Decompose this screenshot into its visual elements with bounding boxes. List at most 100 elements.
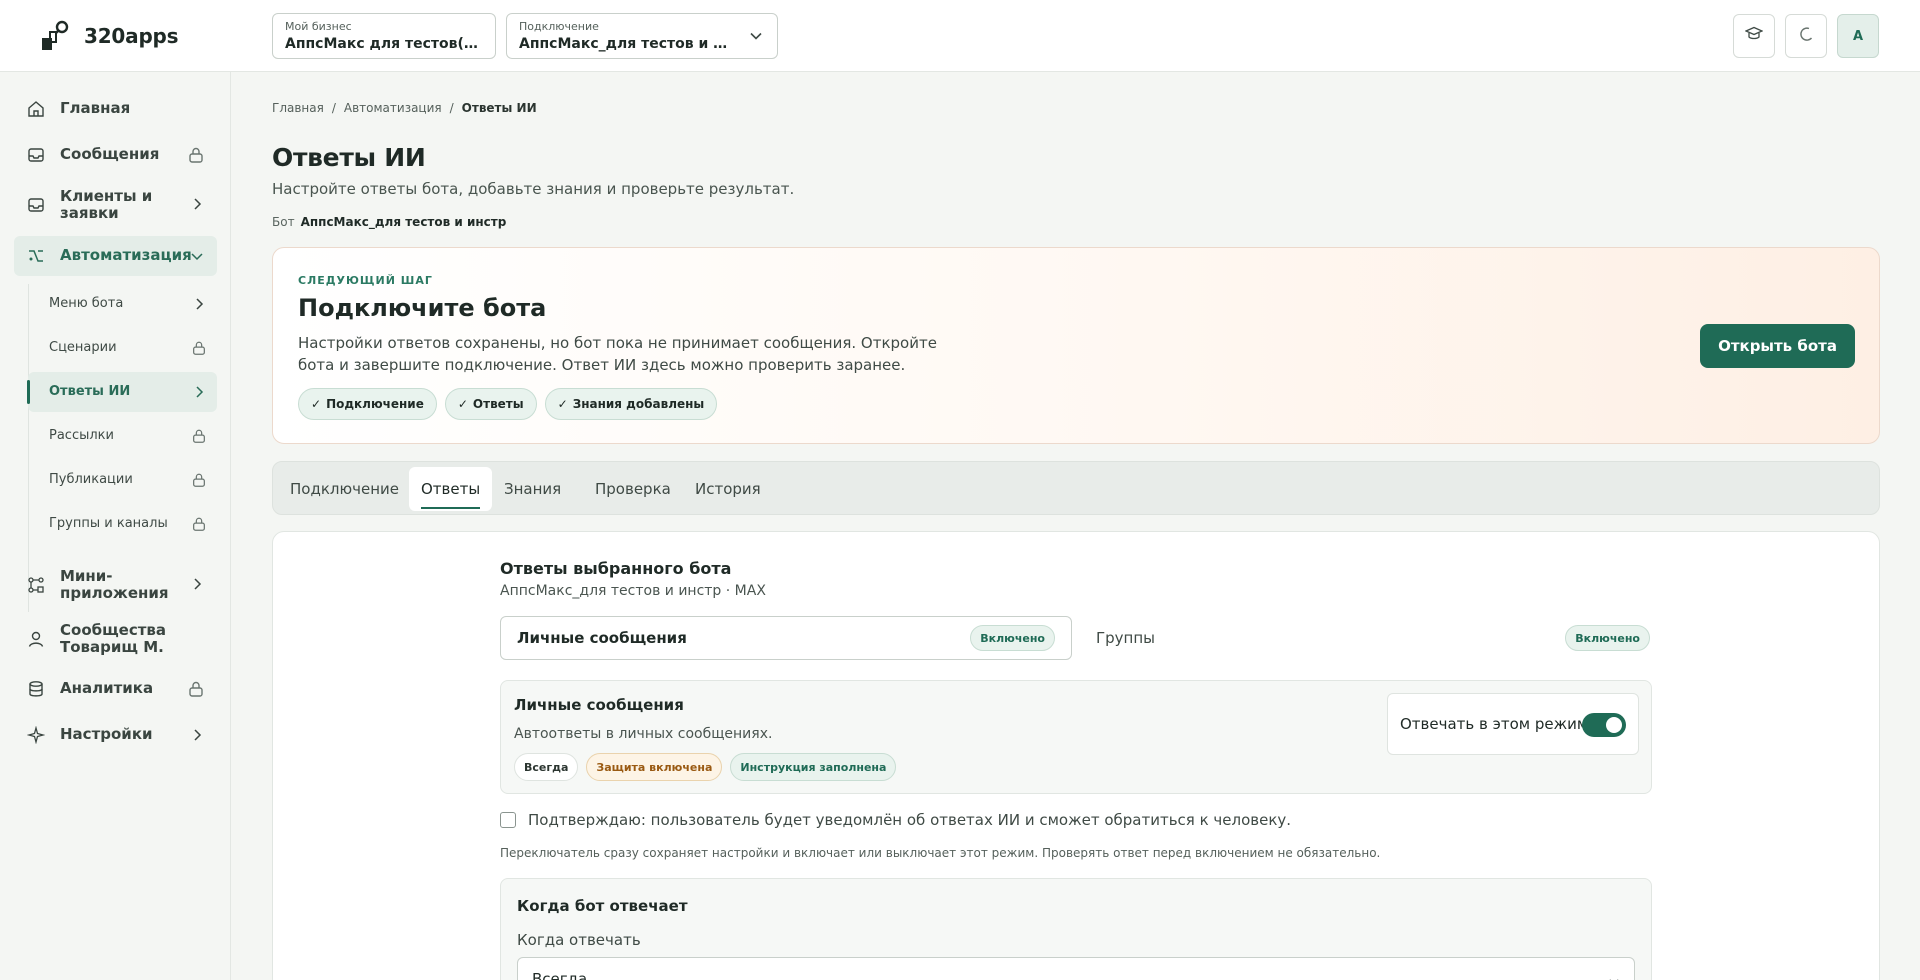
answers-title: Ответы выбранного бота xyxy=(500,559,732,578)
breadcrumb: Главная / Автоматизация / Ответы ИИ xyxy=(272,101,537,115)
chevron-right-icon xyxy=(191,384,207,404)
graduation-cap-icon xyxy=(1744,26,1764,46)
chip-label: Знания добавлены xyxy=(572,397,705,411)
apps-icon xyxy=(26,575,46,595)
top-bar: 320apps Мой бизнес АппсМакс для тестов(и… xyxy=(0,0,1920,72)
lock-icon xyxy=(191,516,207,536)
sidebar: Главная Сообщения Клиенты и заявки Автом… xyxy=(0,72,231,980)
sidebar-item-communities[interactable]: Сообщества Товарищ М. xyxy=(14,616,217,662)
business-selector[interactable]: Мой бизнес АппсМакс для тестов(инст… xyxy=(272,13,496,59)
tag-protection: Защита включена xyxy=(586,753,723,781)
switch-hint: Переключатель сразу сохраняет настройки … xyxy=(500,846,1381,860)
tabs-bar: Подключение Ответы Знания Проверка Истор… xyxy=(272,461,1880,515)
lock-icon xyxy=(187,146,205,164)
automation-icon xyxy=(26,246,46,266)
moon-icon xyxy=(1798,26,1814,46)
user-avatar[interactable]: А xyxy=(1837,14,1879,58)
lock-icon xyxy=(191,428,207,448)
sidebar-item-automation[interactable]: Автоматизация xyxy=(14,236,217,276)
reply-mode-toggle-box: Отвечать в этом режиме xyxy=(1387,693,1639,755)
when-select-value: Всегда xyxy=(532,970,588,980)
mode-name: Личные сообщения xyxy=(517,629,687,647)
mode-detail-card: Личные сообщения Автоответы в личных соо… xyxy=(500,680,1652,794)
sidebar-subitem-groups-channels[interactable]: Группы и каналы xyxy=(28,504,217,544)
sidebar-subitem-ai-answers[interactable]: Ответы ИИ xyxy=(27,372,217,412)
sidebar-item-label: Сообщения xyxy=(60,145,160,163)
consent-checkbox[interactable] xyxy=(500,812,516,828)
chevron-down-icon xyxy=(1608,974,1620,980)
app-logo[interactable]: 320apps xyxy=(40,20,179,52)
sidebar-item-label: Аналитика xyxy=(60,679,154,697)
tab-check[interactable]: Проверка xyxy=(583,467,683,511)
sidebar-subitem-label: Меню бота xyxy=(49,296,124,311)
tag-always: Всегда xyxy=(514,753,579,781)
mode-personal-messages[interactable]: Личные сообщения Включено xyxy=(500,616,1072,660)
progress-chips: ✓ Подключение ✓ Ответы ✓ Знания добавлены xyxy=(298,388,718,420)
inbox-icon xyxy=(26,145,46,165)
check-icon: ✓ xyxy=(557,397,568,411)
status-badge: Включено xyxy=(1565,625,1650,651)
business-selector-label: Мой бизнес xyxy=(285,20,352,33)
check-icon: ✓ xyxy=(311,397,322,411)
sidebar-item-label: Клиенты и заявки xyxy=(60,187,153,222)
sidebar-subitem-publications[interactable]: Публикации xyxy=(28,460,217,500)
mode-groups[interactable]: Группы Включено xyxy=(1080,616,1650,660)
sidebar-subitem-label: Публикации xyxy=(49,472,133,487)
sidebar-subitem-label: Ответы ИИ xyxy=(49,384,131,399)
sidebar-item-analytics[interactable]: Аналитика xyxy=(14,670,217,708)
sidebar-subitem-label: Группы и каналы xyxy=(49,516,168,531)
sidebar-subitem-bot-menu[interactable]: Меню бота xyxy=(28,284,217,324)
open-bot-button[interactable]: Открыть бота xyxy=(1700,324,1855,368)
sidebar-item-home[interactable]: Главная xyxy=(14,90,217,128)
mode-detail-title: Личные сообщения xyxy=(514,696,684,714)
chevron-right-icon xyxy=(189,196,205,212)
connection-selector-value: АппсМакс_для тестов и инстр xyxy=(519,36,733,52)
bot-label: Бот xyxy=(272,215,295,229)
bot-name: АппсМакс_для тестов и инстр xyxy=(300,215,507,229)
reply-mode-label: Отвечать в этом режиме xyxy=(1400,715,1598,733)
next-step-kicker: СЛЕДУЮЩИЙ ШАГ xyxy=(298,274,433,287)
tab-history[interactable]: История xyxy=(683,467,773,511)
chip-answers: ✓ Ответы xyxy=(444,388,537,420)
learning-button[interactable] xyxy=(1733,14,1775,58)
inbox-icon xyxy=(26,195,46,215)
chip-connection: ✓ Подключение xyxy=(298,388,437,420)
chevron-down-icon xyxy=(749,29,763,47)
answers-subtitle: АппсМакс_для тестов и инстр · MAX xyxy=(500,583,766,599)
sidebar-subitem-scenarios[interactable]: Сценарии xyxy=(28,328,217,368)
sidebar-item-label: Мини-приложения xyxy=(60,567,169,602)
sidebar-item-mini-apps[interactable]: Мини-приложения xyxy=(14,562,217,608)
chevron-right-icon xyxy=(189,576,205,592)
consent-row: Подтверждаю: пользователь будет уведомлё… xyxy=(500,811,1291,829)
next-step-description: Настройки ответов сохранены, но бот пока… xyxy=(298,334,937,374)
breadcrumb-home[interactable]: Главная xyxy=(272,101,324,115)
sidebar-item-label: Настройки xyxy=(60,725,153,743)
connection-selector-label: Подключение xyxy=(519,20,599,33)
sidebar-item-messages[interactable]: Сообщения xyxy=(14,136,217,174)
chip-knowledge: ✓ Знания добавлены xyxy=(544,388,718,420)
next-step-card: СЛЕДУЮЩИЙ ШАГ Подключите бота Настройки … xyxy=(272,247,1880,444)
breadcrumb-separator: / xyxy=(449,101,454,115)
lock-icon xyxy=(187,680,205,698)
sidebar-item-settings[interactable]: Настройки xyxy=(14,716,217,754)
tab-answers[interactable]: Ответы xyxy=(409,467,493,511)
lock-icon xyxy=(191,472,207,492)
breadcrumb-automation[interactable]: Автоматизация xyxy=(344,101,442,115)
check-icon: ✓ xyxy=(457,397,468,411)
sparkle-icon xyxy=(26,725,46,745)
mode-detail-description: Автоответы в личных сообщениях. xyxy=(514,726,773,742)
sidebar-item-label: Главная xyxy=(60,99,131,117)
consent-label[interactable]: Подтверждаю: пользователь будет уведомлё… xyxy=(528,811,1291,829)
chevron-down-icon xyxy=(189,248,205,264)
sidebar-subitem-label: Сценарии xyxy=(49,340,117,355)
sidebar-item-clients[interactable]: Клиенты и заявки xyxy=(14,182,217,228)
theme-toggle-button[interactable] xyxy=(1785,14,1827,58)
home-icon xyxy=(26,99,46,119)
sidebar-subitem-mailings[interactable]: Рассылки xyxy=(28,416,217,456)
tab-connection[interactable]: Подключение xyxy=(278,467,411,511)
tab-knowledge[interactable]: Знания xyxy=(492,467,573,511)
when-select[interactable]: Всегда xyxy=(517,957,1635,980)
connection-selector[interactable]: Подключение АппсМакс_для тестов и инстр xyxy=(506,13,778,59)
reply-mode-switch[interactable] xyxy=(1582,713,1626,737)
breadcrumb-current: Ответы ИИ xyxy=(461,101,537,115)
